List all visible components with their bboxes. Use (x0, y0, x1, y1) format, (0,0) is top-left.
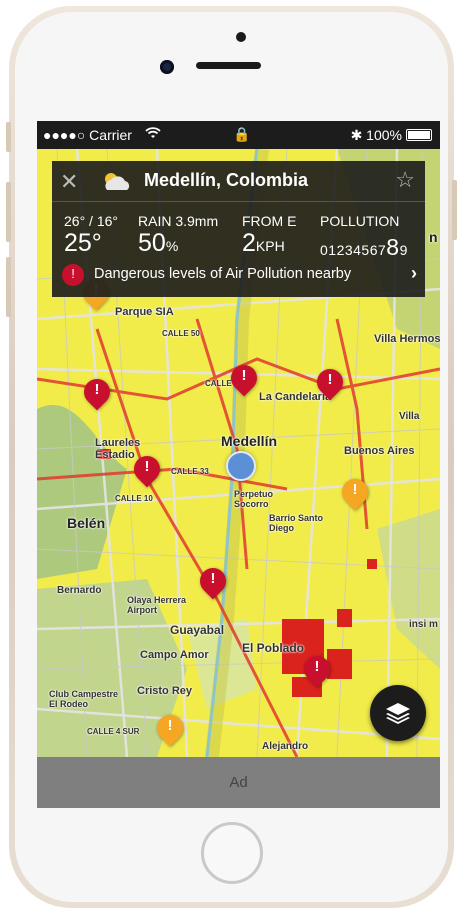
pollution-alert-row[interactable]: ! Dangerous levels of Air Pollution near… (62, 263, 417, 290)
wind-unit: KPH (255, 238, 285, 254)
alert-text: Dangerous levels of Air Pollution nearby (94, 266, 352, 282)
map-label-airport: Olaya Herrera Airport (127, 595, 187, 615)
map-label-santo-diego: Barrio Santo Diego (269, 513, 324, 533)
pollution-stat: POLLUTION 0123456789 (320, 213, 408, 261)
ad-label: Ad (229, 774, 248, 791)
battery-icon (406, 129, 432, 141)
map-label-bernardo: Bernardo (57, 585, 102, 596)
wifi-icon (145, 126, 161, 142)
rain-unit: % (165, 238, 179, 254)
wind-value: 2 (242, 229, 256, 257)
home-button[interactable] (201, 822, 263, 884)
map-label-calle-33: CALLE 33 (171, 467, 209, 476)
pollution-marker[interactable]: ! (78, 373, 116, 411)
battery-text: ✱ 100% (350, 127, 402, 143)
map-label-calle-50: CALLE 50 (162, 329, 200, 338)
map-label-villa-hermosa: Villa Hermosa (374, 333, 440, 345)
volume-down-button (6, 257, 11, 317)
temp-value: 25° (64, 229, 102, 257)
rain-stat: RAIN 3.9mm 50% (138, 213, 218, 258)
wind-stat: FROM E 2KPH (242, 213, 296, 258)
warning-icon: ! (62, 264, 84, 286)
map-label-villa: Villa (399, 411, 420, 422)
chevron-right-icon: › (411, 263, 417, 283)
temperature-stat: 26° / 16° 25° (64, 213, 118, 258)
earpiece-speaker (196, 62, 261, 69)
pollution-label: POLLUTION (320, 213, 400, 229)
pollution-marker[interactable]: ! (225, 359, 263, 397)
temp-range: 26° / 16° (64, 213, 119, 229)
current-location-dot (226, 451, 256, 481)
pollution-marker-moderate[interactable]: ! (336, 473, 374, 511)
ad-banner[interactable]: Ad (37, 757, 440, 808)
wind-label: FROM E (242, 213, 297, 229)
map-label-poblado: El Poblado (242, 641, 305, 655)
map-label-city: Medellín (221, 433, 278, 449)
battery-status: ✱ 100% (351, 127, 432, 144)
pollution-marker-moderate[interactable]: ! (151, 709, 189, 747)
layers-icon (386, 703, 410, 724)
city-title: Medellín, Colombia (144, 170, 309, 190)
map-label-guayabal: Guayabal (170, 623, 225, 637)
pollution-marker[interactable]: ! (194, 562, 232, 600)
rain-label: RAIN 3.9mm (138, 213, 219, 229)
panel-divider (52, 201, 425, 202)
map-label-alejandro: Alejandro (262, 741, 309, 752)
map-label-calle-10: CALLE 10 (115, 494, 153, 503)
map-label-belen: Belén (67, 515, 106, 531)
favorite-star-button[interactable]: ☆ (395, 167, 415, 193)
map-label-buenos-aires: Buenos Aires (344, 445, 415, 457)
map-label-estadio: Estadio (95, 449, 135, 461)
pollution-marker[interactable]: ! (298, 650, 336, 688)
layers-button[interactable] (370, 685, 426, 741)
power-button (452, 180, 457, 240)
pollution-scale: 01234567 (320, 242, 387, 258)
map-label-n: n (429, 229, 438, 245)
front-camera (160, 60, 174, 74)
volume-up-button (6, 182, 11, 242)
carrier-label: ●●●●○ Carrier (43, 127, 132, 143)
status-bar: ●●●●○ Carrier 🔒 ✱ 100% (37, 121, 440, 149)
lock-icon: 🔒 (233, 126, 251, 142)
map-label-calle-4: CALLE 4 SUR (87, 727, 140, 736)
pollution-marker[interactable]: ! (128, 450, 166, 488)
pollution-level: 8 (386, 234, 400, 260)
map-label-insi: insi m (409, 619, 438, 630)
map-label-cristo-rey: Cristo Rey (137, 685, 193, 697)
close-button[interactable]: ✕ (60, 169, 78, 195)
pollution-marker[interactable]: ! (311, 363, 349, 401)
mute-switch (6, 122, 11, 152)
map-label-perpetuo: Perpetuo Socorro (234, 489, 274, 509)
pollution-scale-tail: 9 (399, 242, 408, 258)
map-label-laureles: Laureles (95, 437, 141, 449)
partly-cloudy-icon (99, 170, 133, 197)
weather-panel: ✕ Medellín, Colombia ☆ 26° / 16° 25° RAI… (52, 161, 425, 297)
app-screen: ●●●●○ Carrier 🔒 ✱ 100% Medellín Parque S… (37, 121, 440, 808)
map-label-club: Club Campestre El Rodeo (49, 689, 119, 709)
proximity-sensor (236, 32, 246, 42)
rain-value: 50 (138, 229, 166, 257)
map-label-campo-amor: Campo Amor (140, 649, 209, 661)
map-label-parque: Parque SIA (115, 306, 174, 318)
